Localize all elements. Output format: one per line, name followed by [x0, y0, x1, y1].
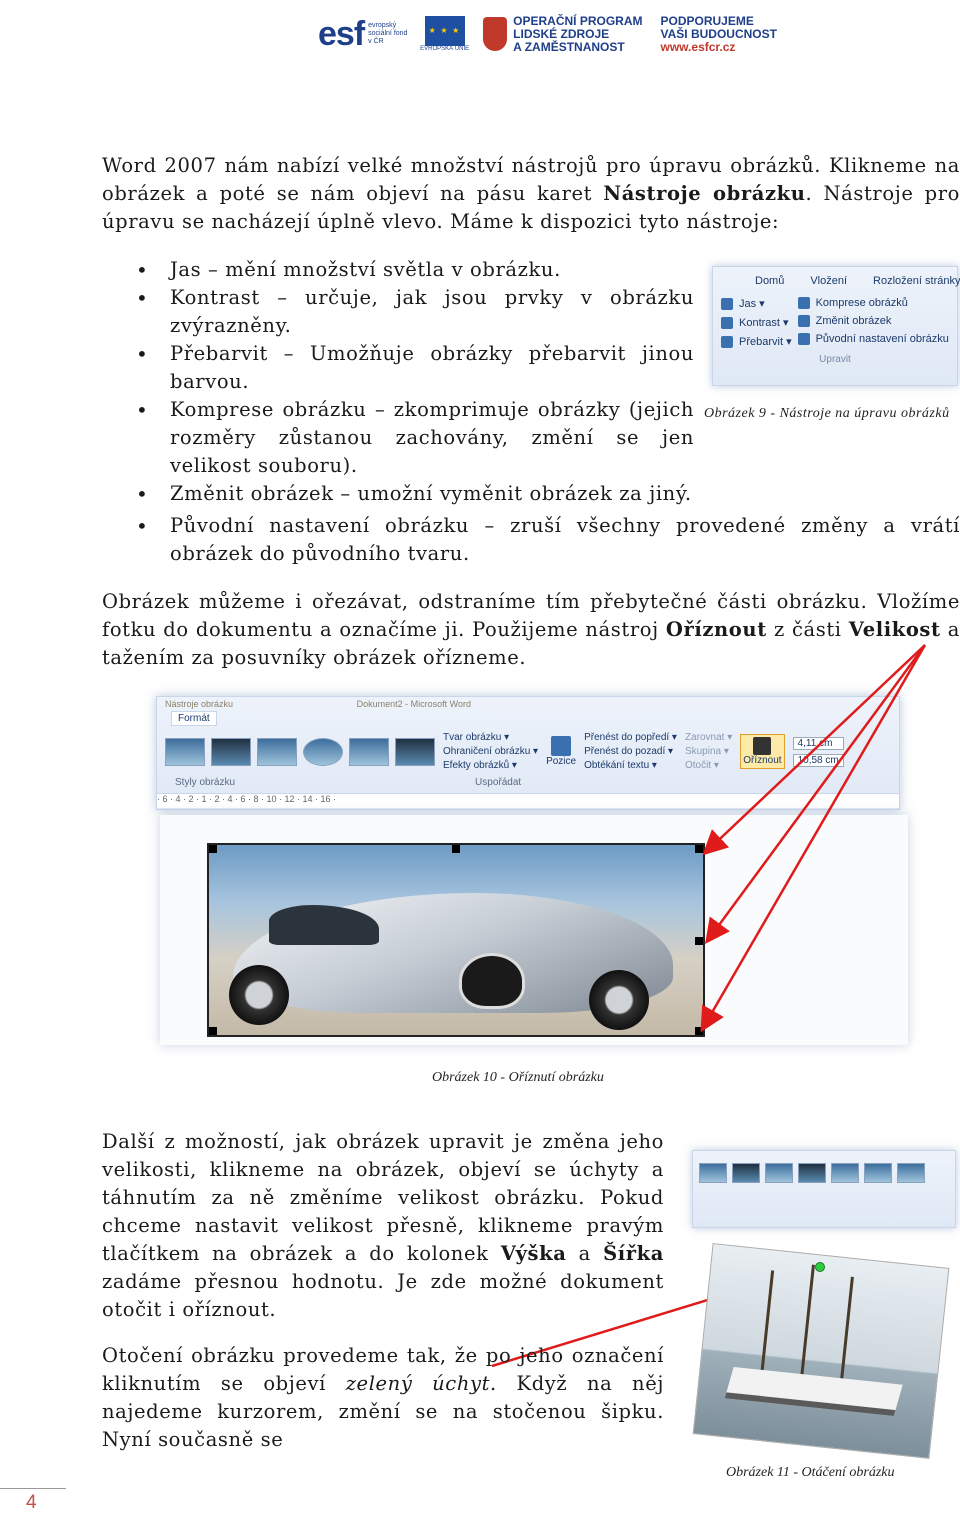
ship-photo[interactable] [692, 1243, 950, 1459]
style-thumbnail[interactable] [765, 1163, 793, 1183]
figure-11-caption: Obrázek 11 - Otáčení obrázku [726, 1465, 895, 1480]
style-thumbnail[interactable] [732, 1163, 760, 1183]
style-thumbnail[interactable] [897, 1163, 925, 1183]
style-thumbnail[interactable] [699, 1163, 727, 1183]
size-text-3: zadáme přesnou hodnotu. Je zde možné dok… [102, 1270, 664, 1321]
size-bold-height: Výška [500, 1242, 567, 1265]
style-thumbnail[interactable] [864, 1163, 892, 1183]
rotate-paragraph: Otočení obrázku provedeme tak, že po jeh… [102, 1342, 664, 1454]
style-thumbnail[interactable] [798, 1163, 826, 1183]
size-bold-width: Šířka [603, 1242, 664, 1265]
figure-10-caption: Obrázek 10 - Oříznutí obrázku [432, 1070, 604, 1085]
figure-11-ribbon [692, 1150, 956, 1228]
rotation-handle-green[interactable] [815, 1262, 825, 1272]
size-paragraph: Další z možností, jak obrázek upravit je… [102, 1128, 664, 1324]
ship-mast [760, 1270, 775, 1376]
footer-rule [0, 1488, 66, 1489]
ship-mast [799, 1264, 815, 1380]
arrow-to-top-handle [702, 644, 926, 856]
arrow-to-middle-handle [705, 644, 927, 945]
ship-mast [839, 1276, 854, 1384]
style-thumbnail[interactable] [831, 1163, 859, 1183]
rotate-italic-green-handle: zelený úchyt [345, 1372, 491, 1395]
size-text-2: a [566, 1242, 604, 1265]
ship-hull [724, 1366, 903, 1416]
arrow-to-bottom-handle [700, 644, 927, 1033]
page-number: 4 [26, 1492, 37, 1513]
